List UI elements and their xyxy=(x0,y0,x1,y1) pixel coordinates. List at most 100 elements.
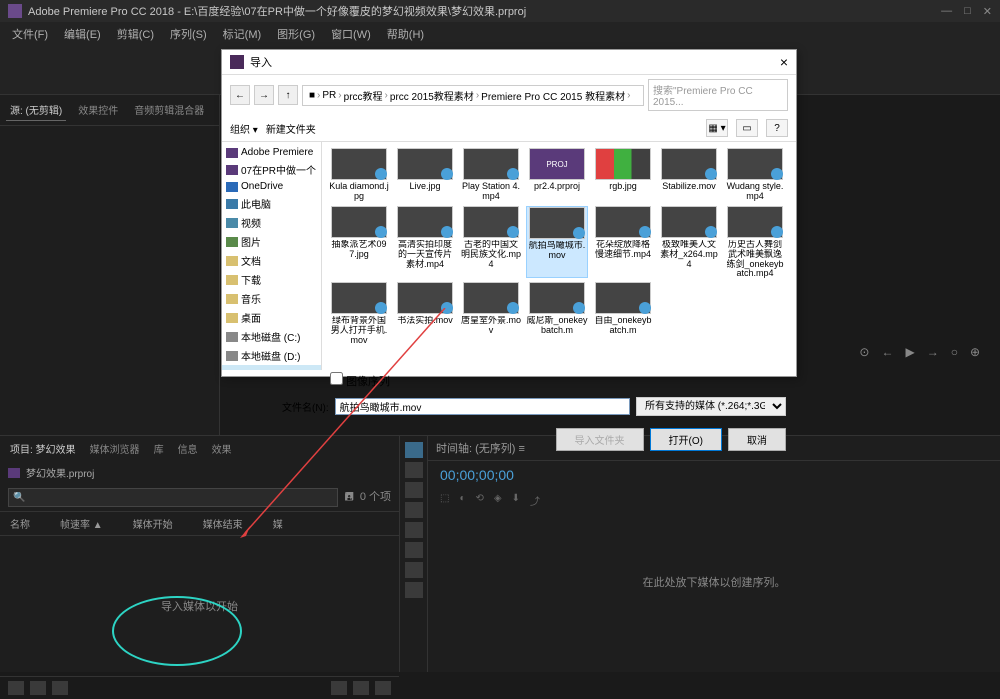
col-start[interactable]: 媒体开始 xyxy=(133,516,173,531)
file-item[interactable]: Stabilize.mov xyxy=(658,148,720,202)
bc-3[interactable]: Premiere Pro CC 2015 教程素材 xyxy=(481,88,625,103)
menu-marker[interactable]: 标记(M) xyxy=(217,24,268,44)
menu-graphics[interactable]: 图形(G) xyxy=(271,24,321,44)
nav-up-button[interactable]: ↑ xyxy=(278,85,298,105)
open-button[interactable]: 打开(O) xyxy=(650,428,722,451)
tc-2[interactable]: ◐ xyxy=(459,493,465,508)
help-button[interactable]: ? xyxy=(766,119,788,137)
ripple-tool[interactable] xyxy=(405,482,423,498)
preview-button[interactable]: ▭ xyxy=(736,119,758,137)
file-item[interactable]: 航拍鸟瞰城市.mov xyxy=(526,206,588,278)
menu-clip[interactable]: 剪辑(C) xyxy=(111,24,160,44)
track-select-tool[interactable] xyxy=(405,462,423,478)
tree-item[interactable]: 文档 xyxy=(222,251,321,270)
bc-1[interactable]: prcc教程 xyxy=(344,88,383,103)
add-marker-icon[interactable]: ⊕ xyxy=(970,345,980,359)
play-icon[interactable]: ▶ xyxy=(905,345,914,359)
minimize-button[interactable]: — xyxy=(941,5,952,18)
bc-2[interactable]: prcc 2015教程素材 xyxy=(390,88,474,103)
tree-item[interactable]: 07在PR中做一个 xyxy=(222,160,321,179)
col-end[interactable]: 媒体结束 xyxy=(203,516,243,531)
menu-window[interactable]: 窗口(W) xyxy=(325,24,377,44)
file-item[interactable]: 唐皇室外景.mov xyxy=(460,282,522,346)
tree-item[interactable]: 下载 xyxy=(222,270,321,289)
pen-tool[interactable] xyxy=(405,542,423,558)
tab-info[interactable]: 信息 xyxy=(174,439,202,458)
filename-input[interactable] xyxy=(335,398,630,415)
tc-1[interactable]: ⬚ xyxy=(440,493,449,508)
tree-item[interactable]: 桌面 xyxy=(222,308,321,327)
file-item[interactable]: Live.jpg xyxy=(394,148,456,202)
hand-tool[interactable] xyxy=(405,562,423,578)
tc-5[interactable]: ⬇ xyxy=(512,493,520,508)
new-bin-icon[interactable] xyxy=(331,681,347,695)
file-item[interactable]: Play Station 4.mp4 xyxy=(460,148,522,202)
tree-item[interactable]: 视频 xyxy=(222,213,321,232)
tc-6[interactable]: ⤴ xyxy=(530,493,540,508)
nav-fwd-button[interactable]: → xyxy=(254,85,274,105)
cancel-button[interactable]: 取消 xyxy=(728,428,786,451)
image-sequence-checkbox[interactable] xyxy=(330,372,343,385)
new-item-icon[interactable] xyxy=(353,681,369,695)
step-fwd-icon[interactable]: → xyxy=(927,345,939,359)
col-name[interactable]: 名称 xyxy=(10,516,30,531)
razor-tool[interactable] xyxy=(405,502,423,518)
import-folder-button[interactable]: 导入文件夹 xyxy=(556,428,644,451)
close-button[interactable]: ✕ xyxy=(983,5,992,18)
tab-project[interactable]: 项目: 梦幻效果 xyxy=(6,439,80,458)
file-item[interactable]: 历史古人舞剑武术唯美飘逸练剑_onekeybatch.mp4 xyxy=(724,206,786,278)
tree-item[interactable]: 本地磁盘 (D:) xyxy=(222,346,321,365)
file-item[interactable]: 书法实拍.mov xyxy=(394,282,456,346)
file-item[interactable]: 自由_onekeybatch.m xyxy=(592,282,654,346)
mark-out-icon[interactable]: ○ xyxy=(951,345,958,359)
tree-item[interactable]: 本地磁盘 (C:) xyxy=(222,327,321,346)
tree-item[interactable]: 图片 xyxy=(222,232,321,251)
dialog-close-button[interactable]: × xyxy=(780,54,788,70)
tree-item[interactable]: 此电脑 xyxy=(222,194,321,213)
file-item[interactable]: 高清实拍印度的一天宣传片素材.mp4 xyxy=(394,206,456,278)
bc-0[interactable]: PR xyxy=(322,90,336,101)
file-item[interactable]: Wudang style.mp4 xyxy=(724,148,786,202)
tree-item[interactable]: 音乐 xyxy=(222,289,321,308)
menu-sequence[interactable]: 序列(S) xyxy=(164,24,213,44)
tab-mediabrowser[interactable]: 媒体浏览器 xyxy=(86,439,144,458)
menu-help[interactable]: 帮助(H) xyxy=(381,24,430,44)
timeline-empty[interactable]: 在此处放下媒体以创建序列。 xyxy=(428,512,1000,652)
organize-button[interactable]: 组织 ▾ xyxy=(230,121,258,136)
tc-3[interactable]: ⟲ xyxy=(476,493,484,508)
tab-effectcontrols[interactable]: 效果控件 xyxy=(74,99,122,121)
file-item[interactable]: 极致唯美人文素材_x264.mp4 xyxy=(658,206,720,278)
newfolder-button[interactable]: 新建文件夹 xyxy=(266,121,316,136)
type-tool[interactable] xyxy=(405,582,423,598)
slip-tool[interactable] xyxy=(405,522,423,538)
freeform-view-icon[interactable] xyxy=(52,681,68,695)
breadcrumb[interactable]: ■ › PR › prcc教程 › prcc 2015教程素材 › Premie… xyxy=(302,85,644,106)
step-back-icon[interactable]: ← xyxy=(881,345,893,359)
tree-item[interactable]: 本地磁盘 (E:) xyxy=(222,365,321,370)
nav-back-button[interactable]: ← xyxy=(230,85,250,105)
tc-4[interactable]: ◈ xyxy=(494,493,502,508)
trash-icon[interactable] xyxy=(375,681,391,695)
maximize-button[interactable]: □ xyxy=(964,5,971,18)
file-item[interactable]: Kula diamond.jpg xyxy=(328,148,390,202)
file-item[interactable]: 威尼斯_onekeybatch.m xyxy=(526,282,588,346)
filetype-select[interactable]: 所有支持的媒体 (*.264;*.3G2;* ▾ xyxy=(636,397,786,416)
project-empty-area[interactable]: 导入媒体以开始 xyxy=(0,536,399,676)
file-item[interactable]: 花朵绽放降格慢速细节.mp4 xyxy=(592,206,654,278)
tree-item[interactable]: OneDrive xyxy=(222,179,321,194)
file-item[interactable]: 绿布背景外国男人打开手机.mov xyxy=(328,282,390,346)
tab-audiomixer[interactable]: 音频剪辑混合器 xyxy=(130,99,208,121)
search-input[interactable]: 搜索"Premiere Pro CC 2015... xyxy=(648,79,788,111)
tab-source[interactable]: 源: (无剪辑) xyxy=(6,99,66,121)
mark-in-icon[interactable]: ⊙ xyxy=(859,345,869,359)
menu-edit[interactable]: 编辑(E) xyxy=(58,24,107,44)
project-search-input[interactable] xyxy=(8,488,338,507)
file-item[interactable]: 抽象派艺术097.jpg xyxy=(328,206,390,278)
file-item[interactable]: PROJpr2.4.prproj xyxy=(526,148,588,202)
tab-library[interactable]: 库 xyxy=(150,439,168,458)
view-button[interactable]: ▦ ▾ xyxy=(706,119,728,137)
col-media[interactable]: 媒 xyxy=(273,516,283,531)
col-fps[interactable]: 帧速率 ▲ xyxy=(60,516,103,531)
menu-file[interactable]: 文件(F) xyxy=(6,24,54,44)
list-view-icon[interactable] xyxy=(8,681,24,695)
